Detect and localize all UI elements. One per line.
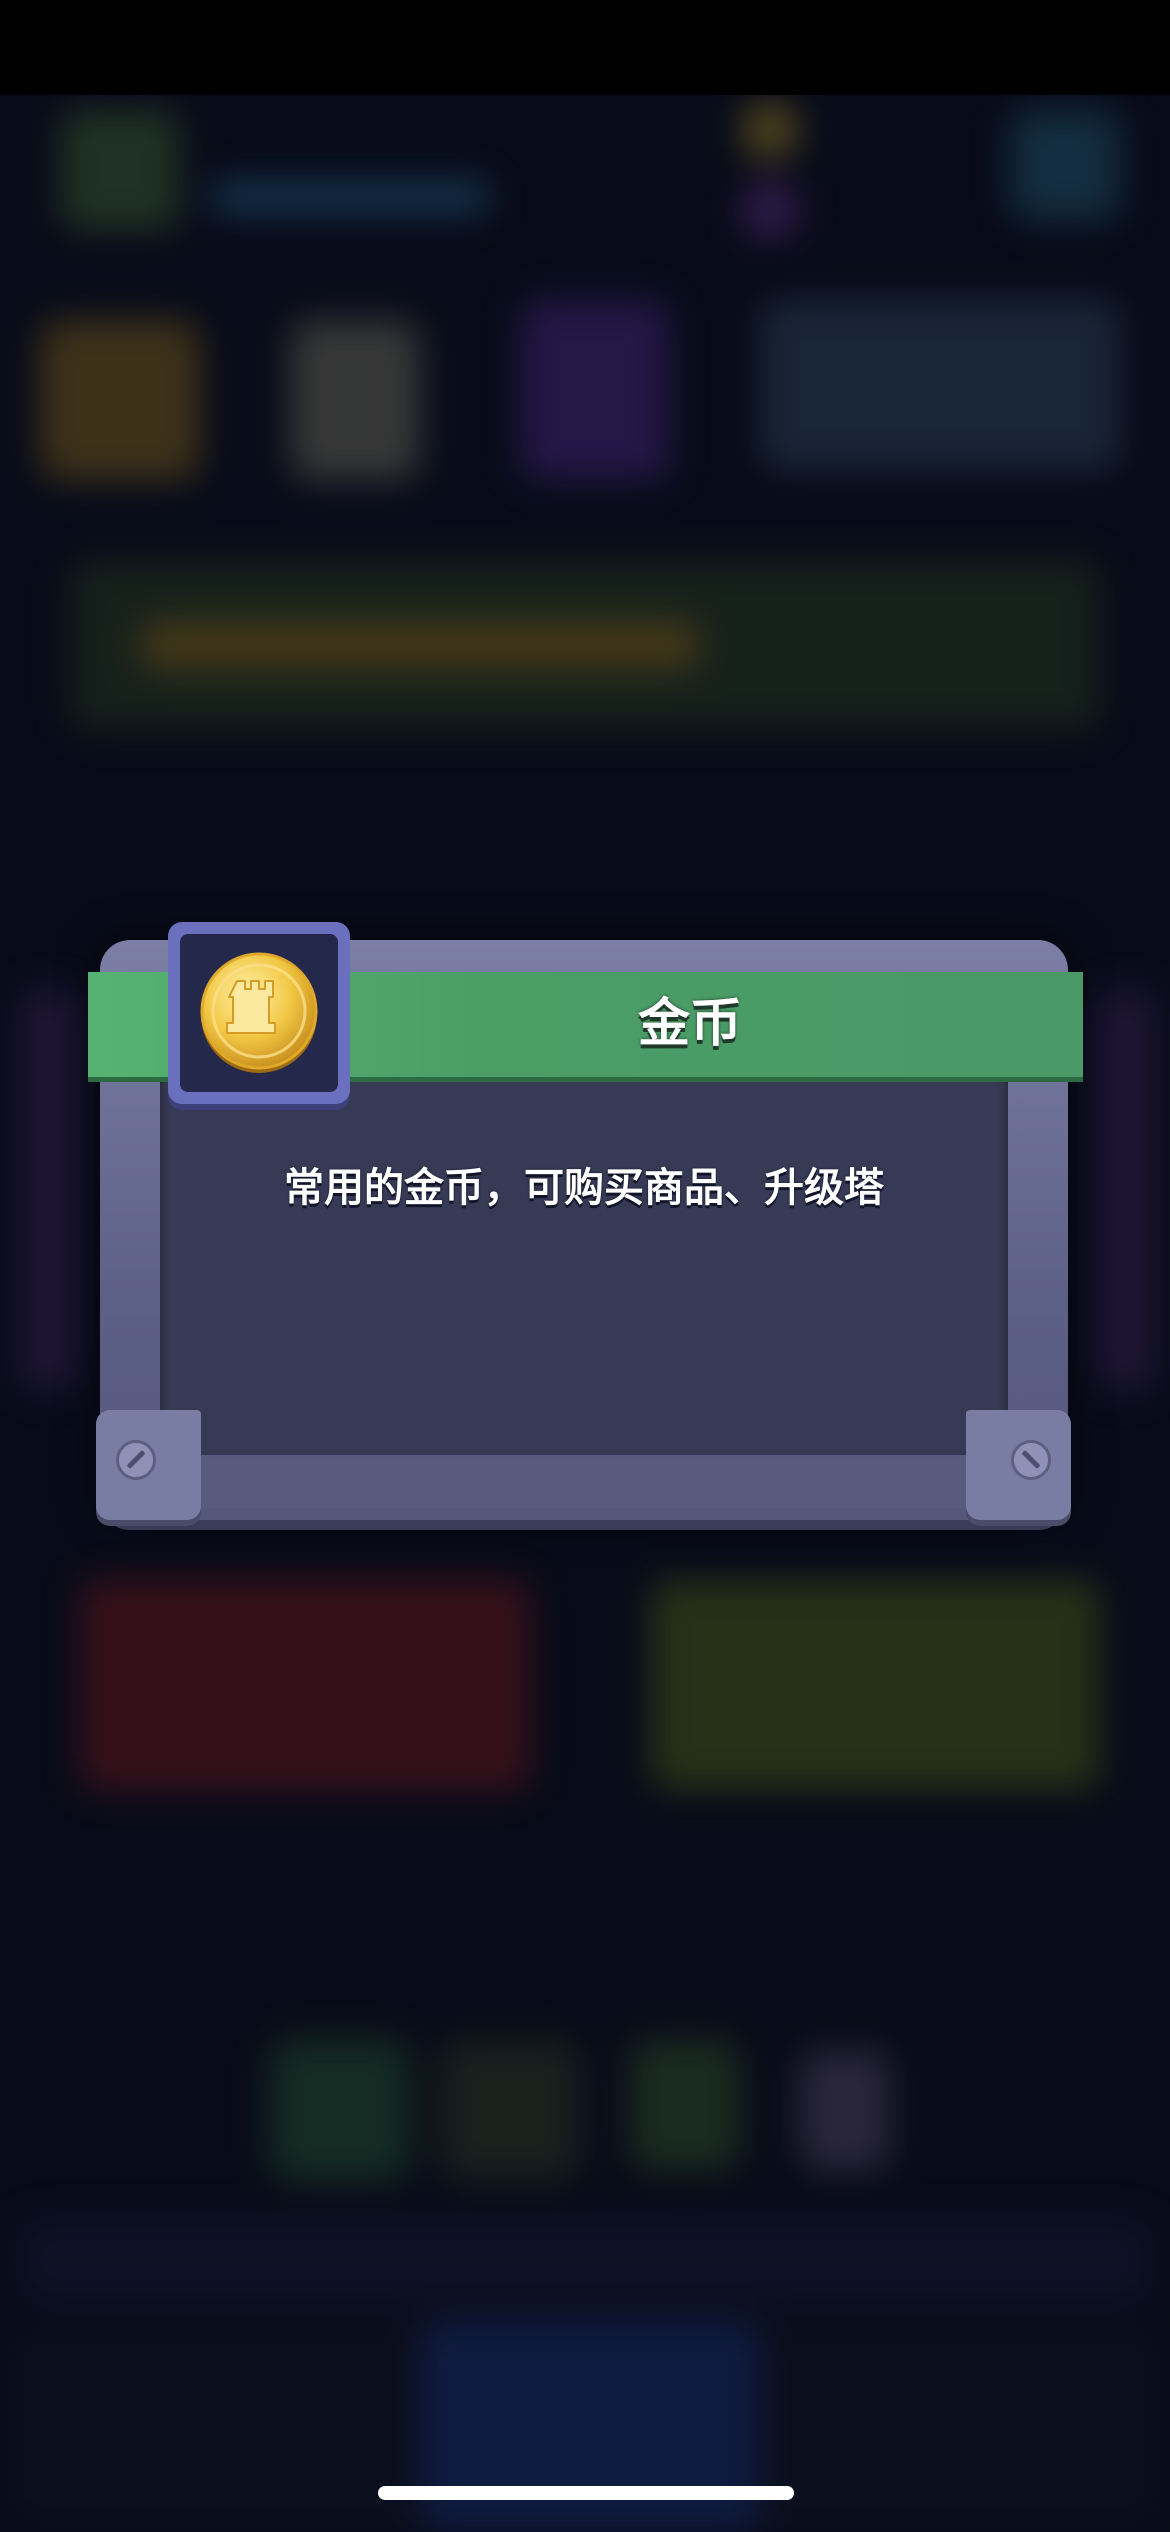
game-screen: 金币 常用的金币，可购买商品、升级塔 <box>0 0 1170 2532</box>
screw-icon <box>116 1440 156 1480</box>
status-bar <box>0 0 1170 95</box>
dialog-content-panel <box>160 1065 1008 1455</box>
dialog-bottom-bar <box>190 1458 980 1508</box>
home-indicator[interactable] <box>378 2486 794 2500</box>
item-description: 常用的金币，可购买商品、升级塔 <box>284 1165 884 1211</box>
dialog-title: 金币 <box>637 994 742 1054</box>
corner-bracket-right <box>966 1410 1071 1520</box>
corner-bracket-left <box>96 1410 201 1520</box>
gold-coin-tower-icon <box>200 952 318 1073</box>
item-icon-frame <box>168 922 350 1104</box>
screw-icon <box>1011 1440 1051 1480</box>
